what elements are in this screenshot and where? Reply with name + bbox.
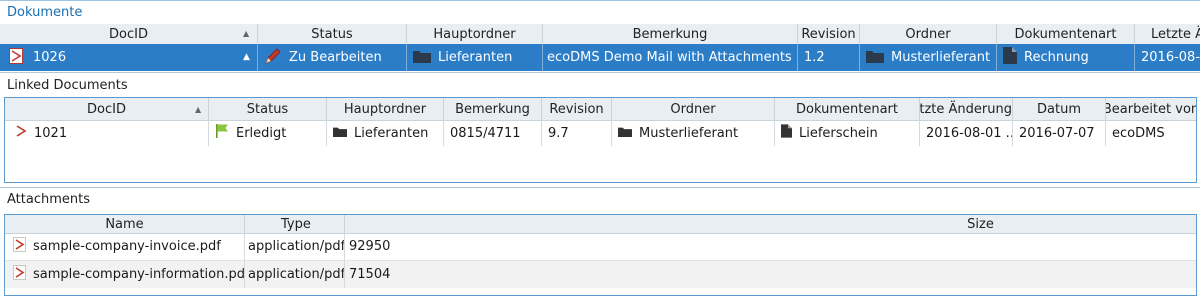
dokumente-panel: Dokumente DocID ▲ Status Hauptordner Bem… [0,0,1200,72]
col-docid[interactable]: DocID [5,98,209,120]
ordner-value: Musterlieferant [891,50,991,65]
status-value: Zu Bearbeiten [289,50,382,65]
dokumentenart-value: Lieferschein [799,125,878,141]
cell-type: application/pdf [245,233,345,260]
cell-docid: 1026 ▲ [0,44,258,71]
cell-letzte-aenderung: 2016-08-01 ... [920,120,1013,146]
dokumente-header: DocID ▲ Status Hauptordner Bemerkung Rev… [0,24,1200,45]
cell-bearbeitet-von: ecoDMS [1106,120,1196,146]
cell-type: application/pdf [245,261,345,288]
letzte-aenderung-value: 2016-08-0 [1141,50,1200,65]
document-icon [1003,47,1017,68]
attachment-name: sample-company-invoice.pdf [33,239,221,254]
sort-ascending-icon: ▲ [243,52,250,62]
cell-hauptordner: Lieferanten [327,120,444,146]
folder-icon [333,126,347,141]
ordner-value: Musterlieferant [639,125,739,141]
flag-icon [215,123,229,143]
dokumentenart-value: Rechnung [1024,50,1089,65]
folder-icon [413,49,431,67]
cell-size: 71504 [345,261,1196,288]
attachment-type: application/pdf [248,239,345,254]
attachments-panel: Attachments Name Type Size sample-compan… [0,187,1200,299]
cell-status: Zu Bearbeiten [258,44,407,71]
cell-size: 92950 [345,233,1196,260]
col-bemerkung[interactable]: Bemerkung [444,98,542,120]
cell-revision: 1.2 [798,44,860,71]
sort-ascending-icon[interactable]: ▲ [195,105,201,114]
col-datum[interactable]: Datum [1013,98,1106,120]
document-row-selected[interactable]: 1026 ▲ Zu Bearbeiten Lieferanten ecoDMS … [0,44,1200,71]
bemerkung-value: ecoDMS Demo Mail with Attachments [547,50,792,65]
docid-value: 1026 [33,50,67,65]
col-type[interactable]: Type [245,215,345,233]
attachment-type: application/pdf [248,267,345,282]
col-dokumentenart[interactable]: Dokumentenart [997,24,1135,44]
datum-value: 2016-07-07 [1019,125,1095,141]
folder-icon [618,126,632,141]
pen-icon [264,47,282,69]
col-status[interactable]: Status [209,98,327,120]
col-docid[interactable]: DocID [0,24,258,44]
cell-letzte-aenderung: 2016-08-0 [1135,44,1200,71]
cell-datum: 2016-07-07 [1013,120,1106,146]
attachment-size: 71504 [349,267,391,282]
col-revision[interactable]: Revision [798,24,860,44]
col-hauptordner[interactable]: Hauptordner [407,24,543,44]
cell-name: sample-company-information.pdf [5,261,245,288]
cell-status: Erledigt [209,120,327,146]
cell-revision: 9.7 [542,120,612,146]
col-bearbeitet-von[interactable]: Bearbeitet von [1106,98,1196,120]
pdf-icon [15,124,27,142]
col-letzte-aenderung[interactable]: Letzte Ä [1135,24,1200,44]
attachments-header: Name Type Size [5,215,1196,234]
revision-value: 1.2 [804,50,825,65]
cell-bemerkung: ecoDMS Demo Mail with Attachments [543,44,798,71]
status-value: Erledigt [236,125,287,141]
cell-name: sample-company-invoice.pdf [5,233,245,260]
bemerkung-value: 0815/4711 [450,125,521,141]
cell-bemerkung: 0815/4711 [444,120,542,146]
sort-ascending-icon[interactable]: ▲ [243,29,249,38]
cell-dokumentenart: Lieferschein [775,120,920,146]
attachments-title: Attachments [7,192,90,207]
revision-value: 9.7 [548,125,569,141]
col-status[interactable]: Status [258,24,407,44]
linked-documents-table: DocID ▲ Status Hauptordner Bemerkung Rev… [4,97,1197,183]
linked-documents-title: Linked Documents [7,78,128,93]
hauptordner-value: Lieferanten [354,125,429,141]
cell-dokumentenart: Rechnung [997,44,1135,71]
pdf-icon [9,47,23,68]
pdf-icon [13,265,26,284]
cell-hauptordner: Lieferanten [407,44,543,71]
pdf-icon [13,237,26,256]
col-bemerkung[interactable]: Bemerkung [543,24,798,44]
col-hauptordner[interactable]: Hauptordner [327,98,444,120]
col-name[interactable]: Name [5,215,245,233]
letzte-aenderung-value: 2016-08-01 ... [926,125,1013,141]
hauptordner-value: Lieferanten [438,50,513,65]
document-icon [781,124,792,142]
linked-document-row[interactable]: 1021 Erledigt Lieferanten 0815/4711 9.7 [5,120,1196,146]
col-revision[interactable]: Revision [542,98,612,120]
bearbeitet-von-value: ecoDMS [1112,125,1165,141]
col-ordner[interactable]: Ordner [612,98,775,120]
col-ordner[interactable]: Ordner [860,24,997,44]
docid-value: 1021 [34,125,68,141]
attachment-row[interactable]: sample-company-information.pdf applicati… [5,260,1196,288]
attachment-size: 92950 [349,239,391,254]
attachment-name: sample-company-information.pdf [33,267,245,282]
folder-icon [866,49,884,67]
linked-documents-panel: Linked Documents DocID ▲ Status Hauptord… [0,72,1200,187]
col-size[interactable]: Size [345,215,1196,233]
col-letzte-aenderung[interactable]: Letzte Änderung [920,98,1013,120]
dokumente-title: Dokumente [7,5,83,20]
col-dokumentenart[interactable]: Dokumentenart [775,98,920,120]
linked-header: DocID ▲ Status Hauptordner Bemerkung Rev… [5,98,1196,121]
attachment-row[interactable]: sample-company-invoice.pdf application/p… [5,233,1196,260]
cell-ordner: Musterlieferant [860,44,997,71]
cell-ordner: Musterlieferant [612,120,775,146]
cell-docid: 1021 [5,120,209,146]
attachments-table: Name Type Size sample-company-invoice.pd… [4,214,1197,296]
